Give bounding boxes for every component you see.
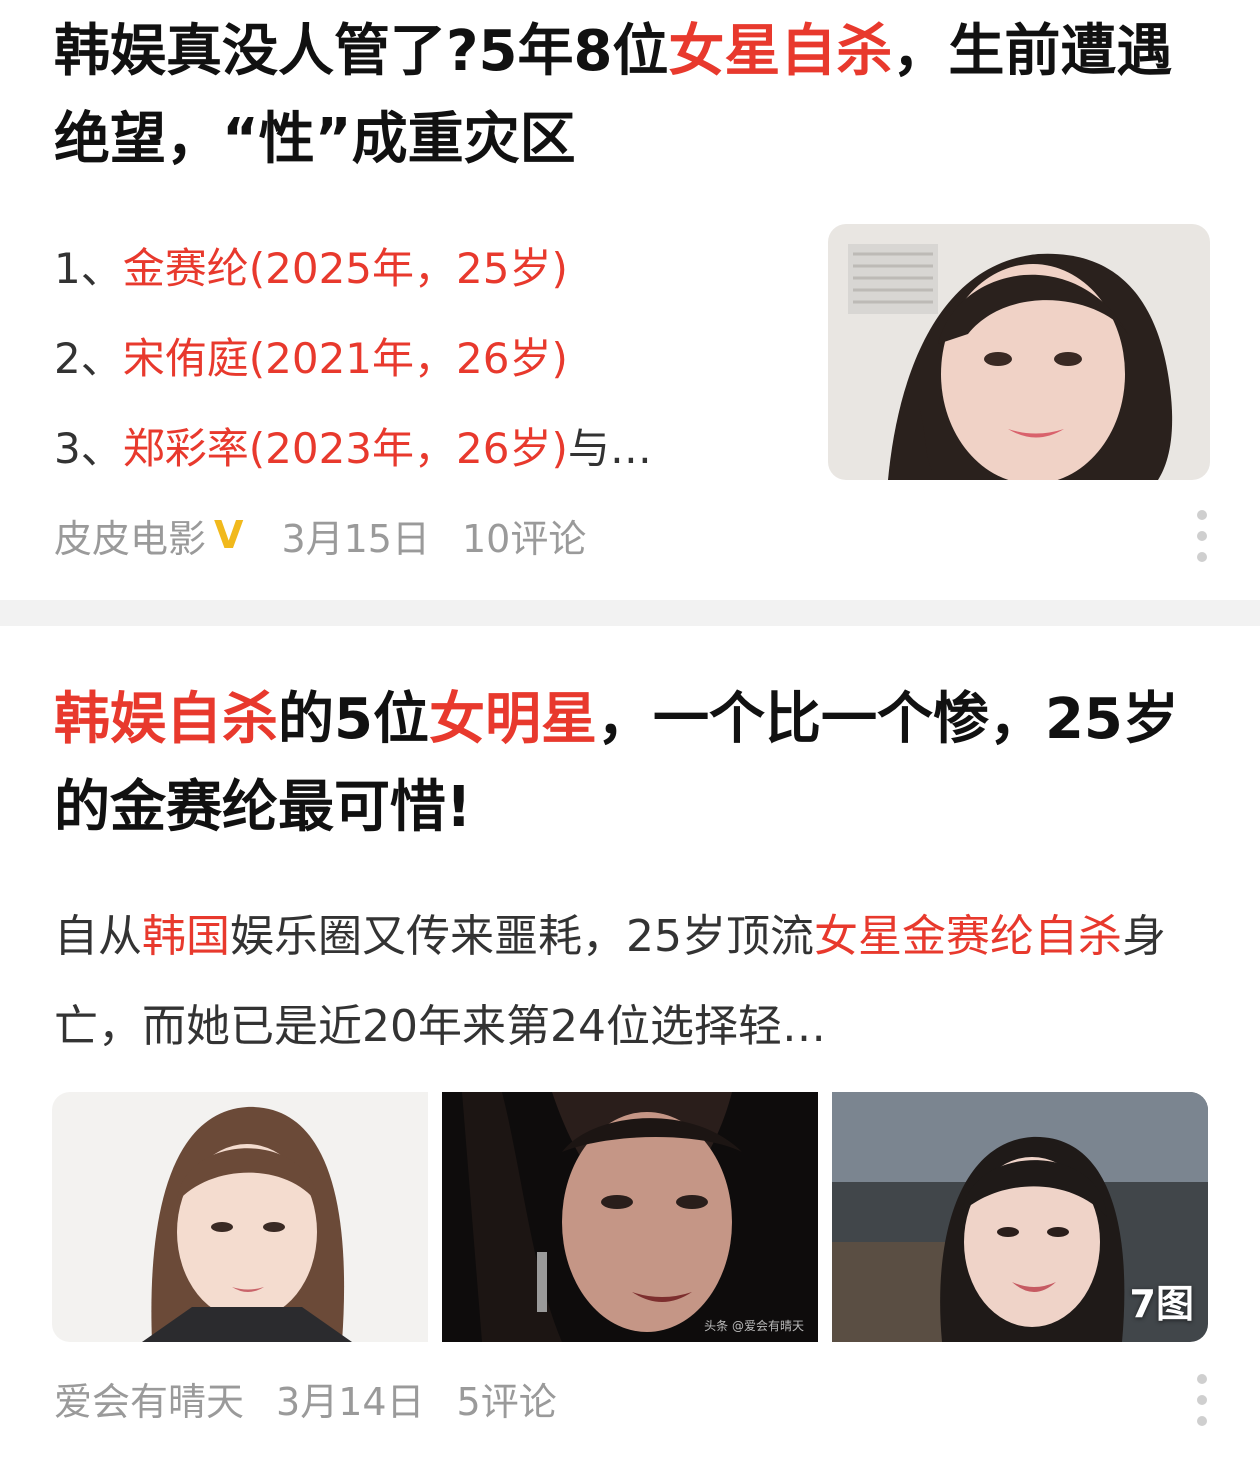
gallery-image-2[interactable]: 头条 @爱会有晴天 bbox=[442, 1092, 818, 1342]
summary-text: 娱乐圈又传来噩耗，25岁顶流 bbox=[230, 911, 814, 962]
article-meta: 皮皮电影 V 3月15日 10评论 bbox=[54, 505, 618, 565]
summary-highlight: 韩国 bbox=[142, 911, 230, 962]
list-item: 2、宋侑庭(2021年，26岁) bbox=[54, 314, 794, 404]
list-name: 郑彩率 bbox=[122, 424, 249, 473]
summary-text: 自从 bbox=[54, 911, 142, 962]
title-highlight: 女星自杀 bbox=[668, 19, 893, 84]
verified-v-icon: V bbox=[214, 513, 244, 557]
more-dots-icon[interactable] bbox=[1196, 510, 1208, 562]
list-item: 1、金赛纶(2025年，25岁) bbox=[54, 224, 794, 314]
title-text: 的5位 bbox=[278, 687, 429, 752]
article-summary: 自从韩国娱乐圈又传来噩耗，25岁顶流女星金赛纶自杀身亡，而她已是近20年来第24… bbox=[54, 892, 1214, 1072]
author-name[interactable]: 皮皮电影 bbox=[54, 508, 206, 563]
article-thumbnail[interactable] bbox=[828, 224, 1210, 480]
list-name: 宋侑庭 bbox=[122, 334, 249, 383]
title-highlight: 韩娱自杀 bbox=[54, 687, 278, 752]
author-name[interactable]: 爱会有晴天 bbox=[54, 1371, 244, 1426]
more-dots-icon[interactable] bbox=[1196, 1374, 1208, 1426]
title-text: 韩娱真没人管了?5年8位 bbox=[54, 19, 669, 84]
image-count-badge: 7图 bbox=[1129, 1282, 1194, 1326]
publish-date: 3月15日 bbox=[281, 516, 430, 561]
list-detail: (2025年，25岁) bbox=[248, 244, 568, 293]
article-list: 1、金赛纶(2025年，25岁) 2、宋侑庭(2021年，26岁) 3、郑彩率(… bbox=[54, 224, 794, 494]
image-watermark: 头条 @爱会有晴天 bbox=[704, 1319, 804, 1333]
comment-count[interactable]: 10评论 bbox=[462, 508, 586, 563]
list-number: 3、 bbox=[54, 424, 123, 473]
article-meta: 爱会有晴天 3月14日 5评论 bbox=[54, 1368, 589, 1428]
list-detail: (2021年，26岁) bbox=[248, 334, 568, 383]
article-title[interactable]: 韩娱真没人管了?5年8位女星自杀，生前遭遇绝望，“性”成重灾区 bbox=[54, 8, 1204, 184]
list-number: 1、 bbox=[54, 244, 123, 293]
gallery-image-1[interactable] bbox=[52, 1092, 428, 1342]
gallery-image-3[interactable]: 7图 bbox=[832, 1092, 1208, 1342]
article-title[interactable]: 韩娱自杀的5位女明星，一个比一个惨，25岁的金赛纶最可惜! bbox=[54, 676, 1204, 852]
list-number: 2、 bbox=[54, 334, 123, 383]
list-suffix: 与… bbox=[567, 424, 652, 473]
publish-date: 3月14日 bbox=[276, 1379, 425, 1424]
title-highlight: 女明星 bbox=[428, 687, 597, 752]
image-gallery[interactable]: 头条 @爱会有晴天 7图 bbox=[52, 1092, 1210, 1342]
list-item: 3、郑彩率(2023年，26岁)与… bbox=[54, 404, 794, 494]
summary-highlight: 女星金赛纶自杀 bbox=[814, 911, 1122, 962]
comment-count[interactable]: 5评论 bbox=[457, 1371, 557, 1426]
article-card-2[interactable]: 韩娱自杀的5位女明星，一个比一个惨，25岁的金赛纶最可惜! 自从韩国娱乐圈又传来… bbox=[0, 626, 1260, 1468]
list-detail: (2023年，26岁) bbox=[248, 424, 568, 473]
article-card-1[interactable]: 韩娱真没人管了?5年8位女星自杀，生前遭遇绝望，“性”成重灾区 1、金赛纶(20… bbox=[0, 0, 1260, 600]
card-divider bbox=[0, 600, 1260, 626]
list-name: 金赛纶 bbox=[122, 244, 249, 293]
